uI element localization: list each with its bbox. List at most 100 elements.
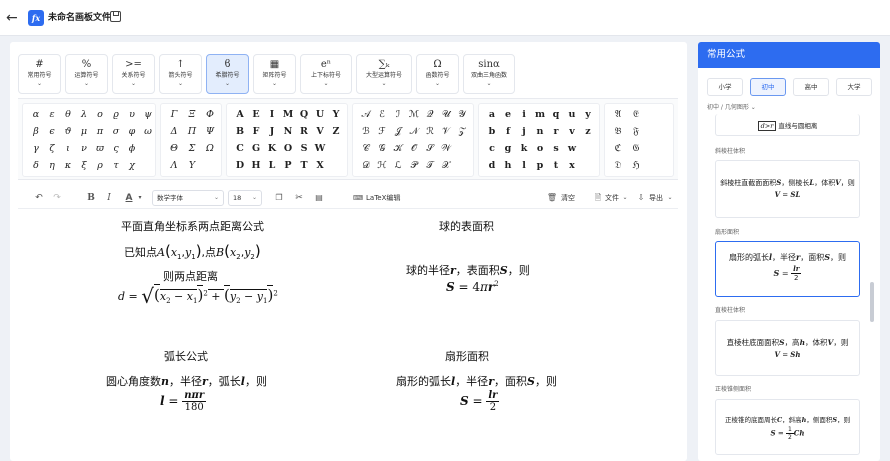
symbol-button[interactable]: r — [549, 125, 563, 139]
redo-icon[interactable]: ↷ — [50, 191, 64, 205]
symbol-button[interactable]: ς — [109, 142, 123, 156]
symbol-button[interactable]: Δ — [167, 125, 181, 139]
symbol-button[interactable]: 𝒯 — [423, 159, 437, 173]
symbol-button[interactable]: f — [501, 125, 515, 139]
font-family-select[interactable]: 数学字体 ⌄ — [152, 190, 224, 206]
category-hyperbolic[interactable]: sinα 双曲三角函数 ⌄ — [463, 54, 515, 94]
symbol-button[interactable]: p — [533, 159, 547, 173]
symbol-button[interactable]: k — [517, 142, 531, 156]
symbol-button[interactable]: x — [565, 159, 579, 173]
symbol-button[interactable]: Φ — [203, 108, 217, 122]
paste-icon[interactable]: ▤ — [312, 191, 326, 205]
breadcrumb[interactable]: 初中 / 几何图形 ⌄ — [707, 103, 756, 113]
symbol-button[interactable]: μ — [77, 125, 91, 139]
formula-card-line-circle[interactable]: d>r 直线与圆相离 — [715, 114, 860, 136]
symbol-button[interactable]: 𝔉 — [629, 125, 643, 139]
text-color-icon[interactable]: A — [122, 191, 136, 205]
symbol-button[interactable]: 𝔄 — [611, 108, 625, 122]
symbol-button[interactable]: s — [549, 142, 563, 156]
symbol-button[interactable]: 𝒮 — [423, 142, 437, 156]
symbol-button[interactable]: ℛ — [423, 125, 437, 139]
symbol-button[interactable]: 𝒜 — [359, 108, 373, 122]
symbol-button[interactable]: G — [249, 142, 263, 156]
symbol-button[interactable]: g — [501, 142, 515, 156]
symbol-button[interactable]: C — [233, 142, 247, 156]
symbol-button[interactable]: q — [549, 108, 563, 122]
symbol-button[interactable]: ο — [93, 108, 107, 122]
symbol-button[interactable]: 𝒲 — [439, 142, 453, 156]
symbol-button[interactable]: Ψ — [203, 125, 217, 139]
symbol-button[interactable]: 𝒴 — [455, 108, 469, 122]
category-large-operators[interactable]: ∑ₖ 大型运算符号 ⌄ — [356, 54, 412, 94]
level-tab-high[interactable]: 高中 — [793, 78, 829, 96]
formula-card-oblique-prism[interactable]: 斜棱柱直截面面积S，侧棱长L，体积V，则 V = SL — [715, 160, 860, 218]
symbol-button[interactable]: h — [501, 159, 515, 173]
symbol-button[interactable]: ξ — [77, 159, 91, 173]
symbol-button[interactable]: ζ — [45, 142, 59, 156]
latex-edit-button[interactable]: LaTeX编辑 — [366, 191, 400, 205]
symbol-button[interactable]: η — [45, 159, 59, 173]
symbol-button[interactable]: ψ — [141, 108, 155, 122]
symbol-button[interactable]: ϑ — [61, 125, 75, 139]
symbol-button[interactable]: V — [313, 125, 327, 139]
symbol-button[interactable]: κ — [61, 159, 75, 173]
symbol-button[interactable]: 𝔇 — [611, 159, 625, 173]
symbol-button[interactable]: 𝒟 — [359, 159, 373, 173]
symbol-button[interactable]: 𝒬 — [423, 108, 437, 122]
symbol-button[interactable]: ρ — [93, 159, 107, 173]
symbol-button[interactable]: Z — [329, 125, 343, 139]
symbol-button[interactable]: ϱ — [109, 108, 123, 122]
symbol-button[interactable]: 𝔅 — [611, 125, 625, 139]
symbol-button[interactable]: χ — [125, 159, 139, 173]
level-tab-middle[interactable]: 初中 — [750, 78, 786, 96]
symbol-button[interactable]: H — [249, 159, 263, 173]
symbol-button[interactable]: N — [281, 125, 295, 139]
symbol-button[interactable]: t — [549, 159, 563, 173]
file-title[interactable]: 未命名画板文件 — [48, 10, 111, 26]
symbol-button[interactable]: z — [581, 125, 595, 139]
symbol-button[interactable]: λ — [77, 108, 91, 122]
save-icon[interactable] — [110, 11, 121, 22]
symbol-button[interactable]: S — [297, 142, 311, 156]
symbol-button[interactable]: y — [581, 108, 595, 122]
symbol-button[interactable]: d — [485, 159, 499, 173]
symbol-button[interactable]: Y — [329, 108, 343, 122]
symbol-button[interactable]: M — [281, 108, 295, 122]
symbol-button[interactable]: T — [297, 159, 311, 173]
symbol-button[interactable]: w — [565, 142, 579, 156]
symbol-button[interactable]: Q — [297, 108, 311, 122]
symbol-button[interactable]: Σ — [185, 142, 199, 156]
back-arrow-icon[interactable]: ← — [6, 9, 18, 27]
category-matrix[interactable]: ▦ 矩阵符号 ⌄ — [253, 54, 296, 94]
symbol-button[interactable]: 𝒦 — [391, 142, 405, 156]
symbol-button[interactable]: i — [517, 108, 531, 122]
formula-card-pyramid-lateral[interactable]: 正棱锥的底面周长C，斜高h，侧面积S，则 S = 1 2 Ch — [715, 399, 860, 455]
symbol-button[interactable]: 𝔈 — [629, 108, 643, 122]
symbol-button[interactable]: Γ — [167, 108, 181, 122]
symbol-button[interactable]: δ — [29, 159, 43, 173]
category-scripts[interactable]: eⁿ 上下标符号 ⌄ — [300, 54, 352, 94]
export-icon[interactable]: ⇩ — [635, 191, 647, 205]
symbol-button[interactable]: W — [313, 142, 327, 156]
font-size-select[interactable]: 18 ⌄ — [228, 190, 262, 206]
symbol-button[interactable]: ϕ — [125, 142, 139, 156]
symbol-button[interactable]: 𝒪 — [407, 142, 421, 156]
chevron-down-icon[interactable]: ▾ — [136, 191, 144, 205]
category-arrows[interactable]: ↑ 箭头符号 ⌄ — [159, 54, 202, 94]
bold-icon[interactable]: B — [84, 191, 98, 205]
chevron-down-icon[interactable]: ⌄ — [621, 191, 629, 205]
symbol-button[interactable]: U — [313, 108, 327, 122]
symbol-button[interactable]: F — [249, 125, 263, 139]
file-icon[interactable]: 🗎 — [592, 191, 604, 205]
symbol-button[interactable]: Ω — [203, 142, 217, 156]
symbol-button[interactable]: R — [297, 125, 311, 139]
symbol-button[interactable]: X — [313, 159, 327, 173]
symbol-button[interactable]: B — [233, 125, 247, 139]
symbol-button[interactable]: ε — [45, 108, 59, 122]
trash-icon[interactable]: 🗑 — [546, 191, 558, 205]
symbol-button[interactable]: l — [517, 159, 531, 173]
symbol-button[interactable]: ℰ — [375, 108, 389, 122]
symbol-button[interactable]: K — [265, 142, 279, 156]
copy-icon[interactable]: ❐ — [272, 191, 286, 205]
symbol-button[interactable]: ϵ — [45, 125, 59, 139]
